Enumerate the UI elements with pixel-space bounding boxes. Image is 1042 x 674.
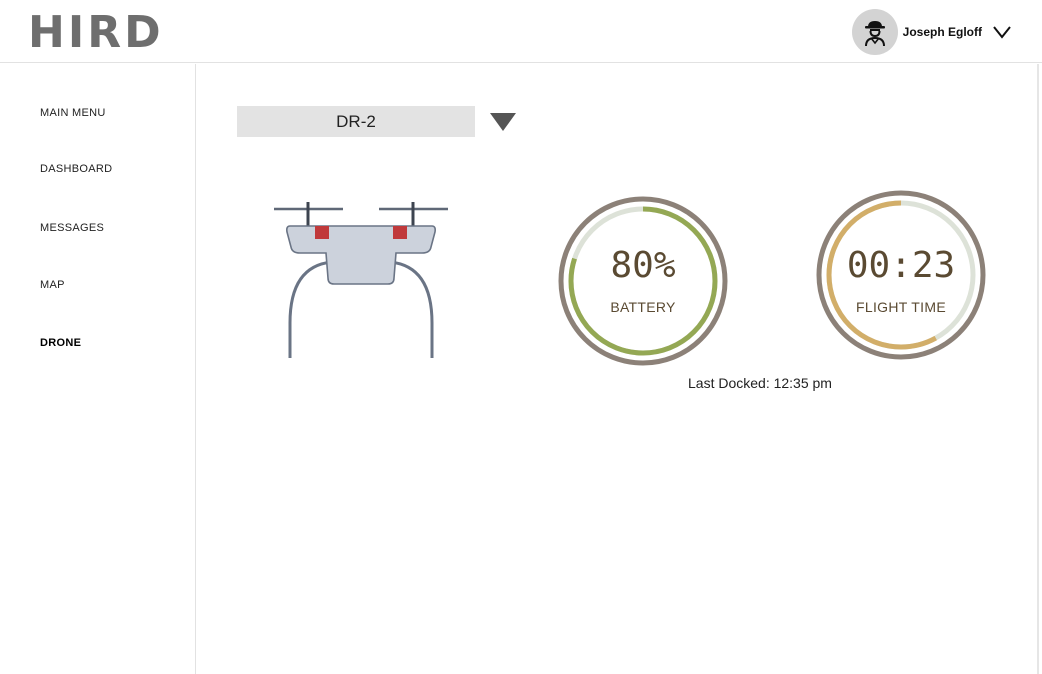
flight-time-value: 00:23: [846, 245, 956, 286]
sidebar-item-drone[interactable]: DRONE: [40, 337, 81, 349]
explorer-avatar-icon: [864, 21, 885, 47]
sidebar-item-messages[interactable]: MESSAGES: [40, 222, 104, 234]
flight-time-label: FLIGHT TIME: [856, 299, 946, 315]
sidebar: MAIN MENU DASHBOARD MESSAGES MAP DRONE: [0, 64, 196, 674]
chevron-down-icon[interactable]: [992, 25, 1012, 39]
window-edge: [1037, 64, 1039, 674]
sidebar-item-main-menu[interactable]: MAIN MENU: [40, 107, 106, 119]
drone-select[interactable]: DR-2: [237, 106, 475, 137]
flight-time-gauge: 00:23 FLIGHT TIME: [815, 189, 987, 361]
battery-value: 80%: [610, 245, 676, 286]
sidebar-item-map[interactable]: MAP: [40, 279, 65, 291]
user-name[interactable]: Joseph Egloff: [903, 25, 982, 39]
top-header: HIRD Joseph Egloff: [0, 0, 1042, 63]
battery-label: BATTERY: [610, 299, 676, 315]
user-menu[interactable]: Joseph Egloff: [851, 9, 1012, 55]
sidebar-item-dashboard[interactable]: DASHBOARD: [40, 163, 112, 175]
avatar[interactable]: [851, 9, 898, 55]
drone-icon: [274, 202, 448, 358]
app-logo[interactable]: HIRD: [28, 8, 164, 58]
battery-gauge: 80% BATTERY: [557, 195, 729, 367]
triangle-down-icon[interactable]: [490, 113, 516, 131]
last-docked-text: Last Docked: 12:35 pm: [688, 375, 832, 391]
